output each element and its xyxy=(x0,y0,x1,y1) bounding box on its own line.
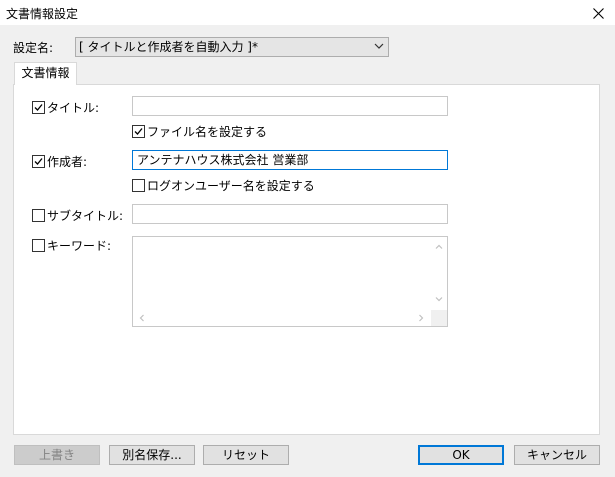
scroll-down-icon[interactable] xyxy=(435,295,443,303)
scroll-up-icon[interactable] xyxy=(435,243,443,251)
close-button[interactable] xyxy=(581,0,615,26)
use-logon-user-row[interactable]: ログオンユーザー名を設定する xyxy=(132,177,315,194)
checkmark-icon xyxy=(134,128,143,135)
horizontal-scrollbar[interactable] xyxy=(133,310,431,326)
scrollbar-corner xyxy=(431,310,447,326)
cancel-button[interactable]: キャンセル xyxy=(514,445,600,465)
keywords-checkbox-row[interactable]: キーワード: xyxy=(32,237,111,254)
title-label: タイトル: xyxy=(47,101,100,115)
overwrite-button[interactable]: 上書き xyxy=(14,445,100,465)
reset-button[interactable]: リセット xyxy=(203,445,289,465)
subtitle-checkbox[interactable] xyxy=(32,209,45,222)
author-checkbox[interactable] xyxy=(32,155,45,168)
subtitle-input[interactable] xyxy=(132,204,448,224)
checkmark-icon xyxy=(34,158,43,165)
subtitle-label: サブタイトル: xyxy=(47,209,124,223)
title-checkbox[interactable] xyxy=(32,101,45,114)
use-filename-checkbox[interactable] xyxy=(132,125,145,138)
window-title: 文書情報設定 xyxy=(6,7,79,21)
author-checkbox-row[interactable]: 作成者: xyxy=(32,153,87,170)
settings-name-dropdown[interactable]: [ タイトルと作成者を自動入力 ]* xyxy=(75,37,389,57)
author-label: 作成者: xyxy=(47,155,88,169)
use-logon-user-checkbox[interactable] xyxy=(132,179,145,192)
use-logon-user-label: ログオンユーザー名を設定する xyxy=(147,179,315,193)
use-filename-label: ファイル名を設定する xyxy=(147,125,268,139)
title-bar: 文書情報設定 xyxy=(0,0,615,26)
keywords-checkbox[interactable] xyxy=(32,239,45,252)
scroll-left-icon[interactable] xyxy=(138,314,146,322)
ok-button[interactable]: OK xyxy=(418,445,504,465)
checkmark-icon xyxy=(34,104,43,111)
settings-name-value: [ タイトルと作成者を自動入力 ]* xyxy=(79,40,258,54)
tab-document-info[interactable]: 文書情報 xyxy=(14,62,77,85)
vertical-scrollbar[interactable] xyxy=(431,237,447,311)
title-checkbox-row[interactable]: タイトル: xyxy=(32,99,99,116)
author-input[interactable]: アンテナハウス株式会社 営業部 xyxy=(132,150,448,170)
close-icon xyxy=(592,7,604,19)
save-as-button[interactable]: 別名保存... xyxy=(109,445,195,465)
keywords-textarea[interactable] xyxy=(132,236,448,327)
use-filename-row[interactable]: ファイル名を設定する xyxy=(132,123,267,140)
settings-name-label: 設定名: xyxy=(13,41,54,55)
scroll-right-icon[interactable] xyxy=(417,314,425,322)
subtitle-checkbox-row[interactable]: サブタイトル: xyxy=(32,207,123,224)
chevron-down-icon xyxy=(374,43,384,49)
keywords-label: キーワード: xyxy=(47,239,112,253)
title-input[interactable] xyxy=(132,96,448,116)
